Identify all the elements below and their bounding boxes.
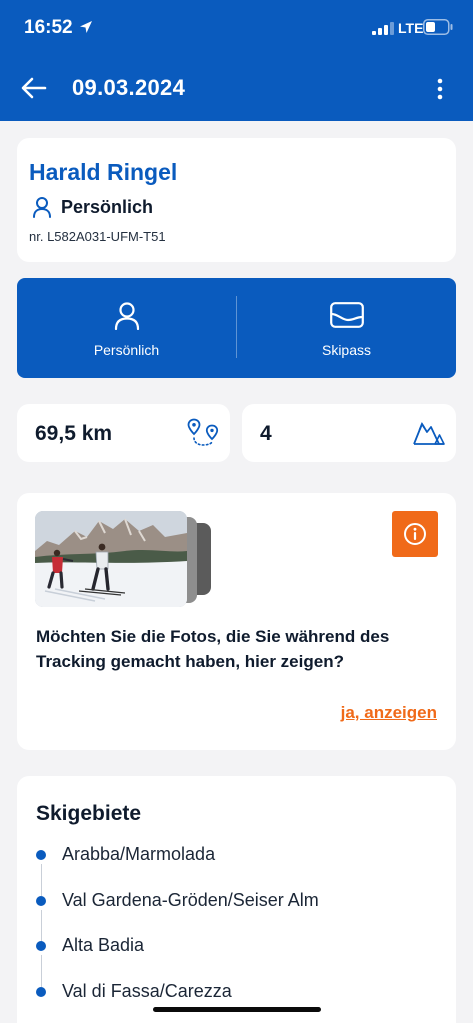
ski-area-label: Alta Badia <box>62 935 145 955</box>
bullet-dot <box>36 941 46 951</box>
user-name: Harald Ringel <box>29 159 178 185</box>
tab-skipass[interactable]: Skipass <box>237 278 456 378</box>
user-card: Harald Ringel Persönlich nr. L582A031-UF… <box>17 138 456 262</box>
route-icon <box>187 418 219 446</box>
ski-area-item[interactable]: Val di Fassa/Carezza <box>36 979 436 1023</box>
ski-areas-card: Skigebiete Arabba/Marmolada Val Gardena-… <box>17 776 456 1023</box>
status-bar: 16:52 LTE <box>0 0 473 56</box>
page-title: 09.03.2024 <box>72 75 186 100</box>
profile-tabbar: Persönlich Skipass <box>17 278 456 378</box>
location-arrow-icon <box>80 21 92 33</box>
info-button[interactable] <box>392 511 438 557</box>
back-arrow-icon[interactable] <box>20 74 48 102</box>
tab-personal[interactable]: Persönlich <box>17 278 236 378</box>
count-value: 4 <box>260 422 272 445</box>
ski-area-item[interactable]: Alta Badia <box>36 933 436 987</box>
photo-question-text: Möchten Sie die Fotos, die Sie während d… <box>36 627 390 671</box>
photo-suggestion-card: Möchten Sie die Fotos, die Sie während d… <box>17 493 456 750</box>
user-type: Persönlich <box>61 197 154 217</box>
ski-area-label: Val di Fassa/Carezza <box>62 980 232 1001</box>
home-indicator <box>153 1007 321 1012</box>
ski-area-label: Val Gardena-Gröden/Seiser Alm <box>62 889 319 910</box>
battery-icon <box>423 19 453 35</box>
person-icon <box>33 197 51 218</box>
person-icon <box>114 302 139 330</box>
mountains-icon <box>413 422 445 445</box>
more-options-icon[interactable] <box>430 76 450 102</box>
show-photos-link[interactable]: ja, anzeigen <box>341 703 437 723</box>
ski-area-item[interactable]: Arabba/Marmolada <box>36 842 436 896</box>
network-type: LTE <box>398 20 424 36</box>
bullet-dot <box>36 986 46 997</box>
user-number: nr. L582A031-UFM-T51 <box>29 229 166 244</box>
signal-icon <box>372 22 394 35</box>
distance-value: 69,5 km <box>35 422 113 445</box>
photo-stack[interactable] <box>35 511 215 609</box>
ski-areas-title: Skigebiete <box>36 802 142 825</box>
count-stat-card: 4 <box>242 404 456 462</box>
tab-skipass-label: Skipass <box>321 342 372 358</box>
ski-area-item[interactable]: Val Gardena-Gröden/Seiser Alm <box>36 888 436 942</box>
status-time: 16:52 <box>24 17 73 38</box>
tab-personal-label: Persönlich <box>93 342 160 358</box>
bullet-dot <box>36 850 46 860</box>
ski-areas-list: Arabba/Marmolada Val Gardena-Gröden/Seis… <box>36 842 436 1023</box>
info-icon <box>404 523 426 545</box>
distance-stat-card: 69,5 km <box>17 404 230 462</box>
bullet-dot <box>36 895 46 906</box>
app-header: 16:52 LTE 09.03.2024 <box>0 0 473 121</box>
skipass-card-icon <box>329 302 364 328</box>
ski-area-label: Arabba/Marmolada <box>62 844 216 864</box>
photo-thumbnail <box>35 511 187 607</box>
